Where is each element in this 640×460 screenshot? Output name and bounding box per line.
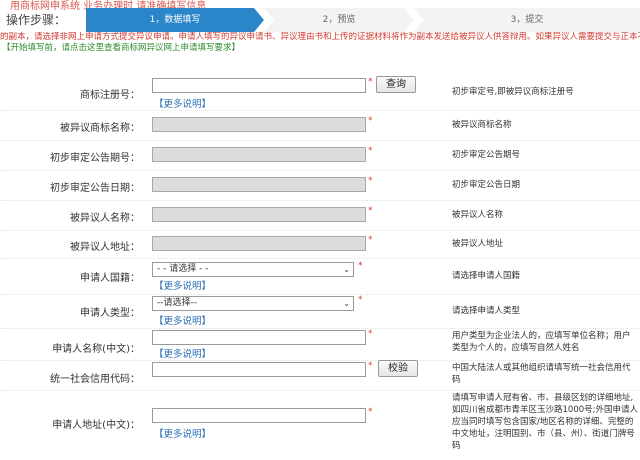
registration-number-input[interactable] [152, 78, 366, 93]
required-mark: * [368, 235, 373, 245]
field-label: 被异议人地址： [0, 238, 140, 253]
nationality-select[interactable]: - - 请选择 - - ⌄ [152, 262, 354, 277]
more-info-link[interactable]: 【更多说明】 [154, 96, 211, 110]
field-label: 申请人国籍： [0, 269, 140, 284]
more-info-link[interactable]: 【更多说明】 [154, 313, 211, 327]
field-hint: 请选择申请人国籍 [452, 270, 638, 282]
field-label: 被异议人名称： [0, 209, 140, 224]
more-info-link[interactable]: 【更多说明】 [154, 346, 211, 360]
required-mark: * [368, 407, 373, 417]
opposed-party-name-field [152, 207, 366, 222]
chevron-down-icon: ⌄ [343, 297, 350, 310]
required-mark: * [368, 77, 373, 87]
field-hint: 用户类型为企业法人的，应填写单位名称；用户类型为个人的，应填写自然人姓名 [452, 330, 638, 354]
step-3-submit[interactable]: 3，提交 [414, 8, 640, 32]
field-label: 申请人地址(中文)： [0, 416, 140, 431]
field-hint: 初步审定公告期号 [452, 149, 638, 161]
announcement-issue-field [152, 147, 366, 162]
required-mark: * [368, 361, 373, 371]
steps-label: 操作步骤： [6, 12, 66, 28]
form-row-opposed-party-name: 被异议人名称： * 被异议人名称 [0, 200, 640, 231]
form-row-applicant-type: 申请人类型： --请选择-- ⌄ * 【更多说明】 请选择申请人类型 [0, 294, 640, 329]
step-2-preview[interactable]: 2，预览 [264, 8, 414, 32]
form-row-registration-number: 商标注册号： * 查询 【更多说明】 初步审定号,即被异议商标注册号 [0, 58, 640, 111]
form-row-applicant-address: 申请人地址(中文)： * 【更多说明】 请填写申请人冠有省、市、县级区划的详细地… [0, 390, 640, 460]
field-hint: 被异议商标名称 [452, 119, 638, 131]
field-hint: 请填写申请人冠有省、市、县级区划的详细地址,如四川省成都市青羊区玉沙路1000号… [452, 392, 638, 452]
required-mark: * [358, 261, 363, 271]
notice-text: 的副本，请选择非网上申请方式提交异议申请。申请人填写的异议申请书、异议理由书和上… [0, 32, 640, 43]
form-row-opposed-party-address: 被异议人地址： * 被异议人地址 [0, 230, 640, 259]
required-mark: * [368, 146, 373, 156]
form-row-credit-code: 统一社会信用代码： * 校验 中国大陆法人或其他组织请填写统一社会信用代码 [0, 360, 640, 391]
step-1-data-entry[interactable]: 1，数据填写 [86, 8, 264, 32]
form-row-announcement-date: 初步审定公告日期： * 初步审定公告日期 [0, 170, 640, 201]
field-label: 申请人名称(中文)： [0, 340, 140, 355]
field-hint: 被异议人名称 [452, 209, 638, 221]
field-label: 初步审定公告日期： [0, 179, 140, 194]
field-label: 被异议商标名称： [0, 119, 140, 134]
form-row-trademark-name: 被异议商标名称： * 被异议商标名称 [0, 110, 640, 141]
field-hint: 初步审定公告日期 [452, 179, 638, 191]
field-label: 统一社会信用代码： [0, 370, 140, 385]
form-row-applicant-name: 申请人名称(中文)： * 【更多说明】 用户类型为企业法人的，应填写单位名称；用… [0, 328, 640, 361]
verify-button[interactable]: 校验 [378, 360, 418, 377]
required-mark: * [368, 329, 373, 339]
announcement-date-field [152, 177, 366, 192]
applicant-name-input[interactable] [152, 330, 366, 345]
required-mark: * [358, 295, 363, 305]
field-hint: 中国大陆法人或其他组织请填写统一社会信用代码 [452, 362, 638, 386]
requirements-link[interactable]: 【开始填写前，请点击这里查看商标网异议网上申请填写要求】 [2, 43, 240, 54]
query-button[interactable]: 查询 [376, 76, 416, 93]
required-mark: * [368, 206, 373, 216]
field-hint: 请选择申请人类型 [452, 305, 638, 317]
required-mark: * [368, 176, 373, 186]
field-hint: 被异议人地址 [452, 238, 638, 250]
credit-code-input[interactable] [152, 362, 366, 377]
form-row-nationality: 申请人国籍： - - 请选择 - - ⌄ * 【更多说明】 请选择申请人国籍 [0, 258, 640, 295]
opposed-party-address-field [152, 236, 366, 251]
field-label: 申请人类型： [0, 304, 140, 319]
field-hint: 初步审定号,即被异议商标注册号 [452, 86, 638, 98]
select-value: --请选择-- [157, 298, 197, 308]
field-label: 商标注册号： [0, 86, 140, 101]
form-row-announcement-issue: 初步审定公告期号： * 初步审定公告期号 [0, 140, 640, 171]
applicant-type-select[interactable]: --请选择-- ⌄ [152, 296, 354, 311]
trademark-name-field [152, 117, 366, 132]
applicant-address-input[interactable] [152, 408, 366, 423]
select-value: - - 请选择 - - [157, 264, 208, 274]
chevron-down-icon: ⌄ [343, 263, 350, 276]
required-mark: * [368, 116, 373, 126]
field-label: 初步审定公告期号： [0, 149, 140, 164]
more-info-link[interactable]: 【更多说明】 [154, 426, 211, 440]
more-info-link[interactable]: 【更多说明】 [154, 278, 211, 292]
